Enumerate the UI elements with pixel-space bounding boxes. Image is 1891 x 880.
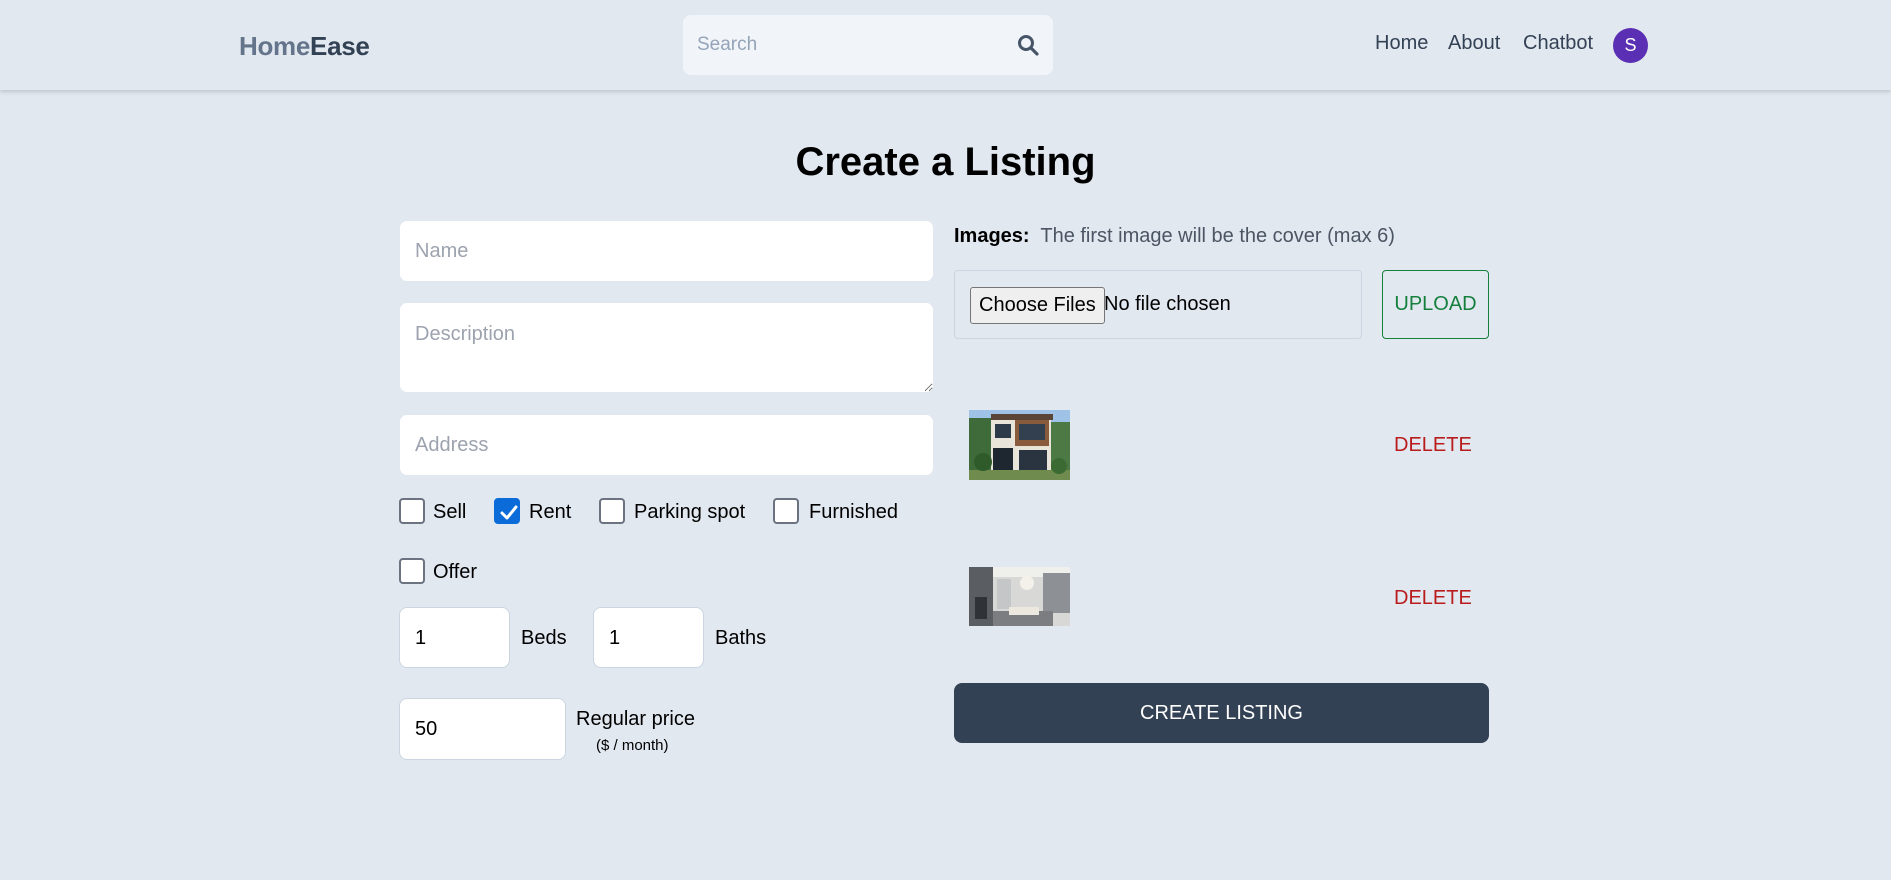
regular-price-input[interactable]: 50	[399, 698, 566, 760]
images-hint: The first image will be the cover (max 6…	[1040, 225, 1395, 247]
regular-price-label: Regular price	[576, 708, 695, 730]
search-icon[interactable]	[1017, 34, 1039, 56]
offer-label: Offer	[433, 561, 478, 583]
file-status-text: No file chosen	[1104, 293, 1231, 315]
name-input[interactable]	[399, 220, 934, 282]
beds-label: Beds	[521, 627, 567, 649]
parking-spot-checkbox[interactable]	[599, 498, 625, 524]
sell-checkbox[interactable]	[399, 498, 425, 524]
nav-about-link[interactable]: About	[1448, 32, 1500, 55]
sell-label: Sell	[433, 501, 467, 523]
nav-chatbot-link[interactable]: Chatbot	[1523, 32, 1593, 55]
baths-input[interactable]: 1	[593, 607, 704, 668]
address-input[interactable]	[399, 414, 934, 476]
logo-ease: Ease	[310, 31, 370, 61]
price-unit-label: ($ / month)	[596, 737, 669, 754]
create-listing-button[interactable]: CREATE LISTING	[954, 683, 1489, 743]
listing-image-thumbnail	[969, 567, 1070, 626]
user-avatar[interactable]: S	[1613, 28, 1648, 63]
logo-home: Home	[239, 31, 311, 61]
offer-checkbox[interactable]	[399, 558, 425, 584]
furnished-checkbox[interactable]	[773, 498, 799, 524]
images-label: Images:	[954, 225, 1030, 247]
delete-image-button-2[interactable]: DELETE	[1394, 587, 1472, 610]
furnished-label: Furnished	[809, 501, 898, 523]
checkmark-icon	[500, 505, 518, 520]
listing-image-thumbnail	[969, 410, 1070, 480]
rent-checkbox[interactable]	[494, 498, 520, 524]
beds-input[interactable]: 1	[399, 607, 510, 668]
top-navbar: HomeEase Home About Chatbot S	[0, 0, 1891, 90]
page-title: Create a Listing	[795, 140, 1096, 184]
nav-home-link[interactable]: Home	[1375, 32, 1428, 55]
delete-image-button-1[interactable]: DELETE	[1394, 434, 1472, 457]
rent-label: Rent	[529, 501, 572, 523]
choose-files-button[interactable]: Choose Files	[970, 287, 1105, 324]
search-input[interactable]	[697, 25, 997, 65]
baths-label: Baths	[715, 627, 767, 649]
search-bar	[683, 15, 1053, 75]
images-heading: Images: The first image will be the cove…	[954, 225, 1395, 248]
description-textarea[interactable]	[399, 302, 934, 393]
file-input: Choose Files No file chosen	[954, 270, 1362, 339]
upload-button[interactable]: UPLOAD	[1382, 270, 1489, 339]
logo[interactable]: HomeEase	[239, 31, 370, 62]
parking-spot-label: Parking spot	[634, 501, 746, 523]
